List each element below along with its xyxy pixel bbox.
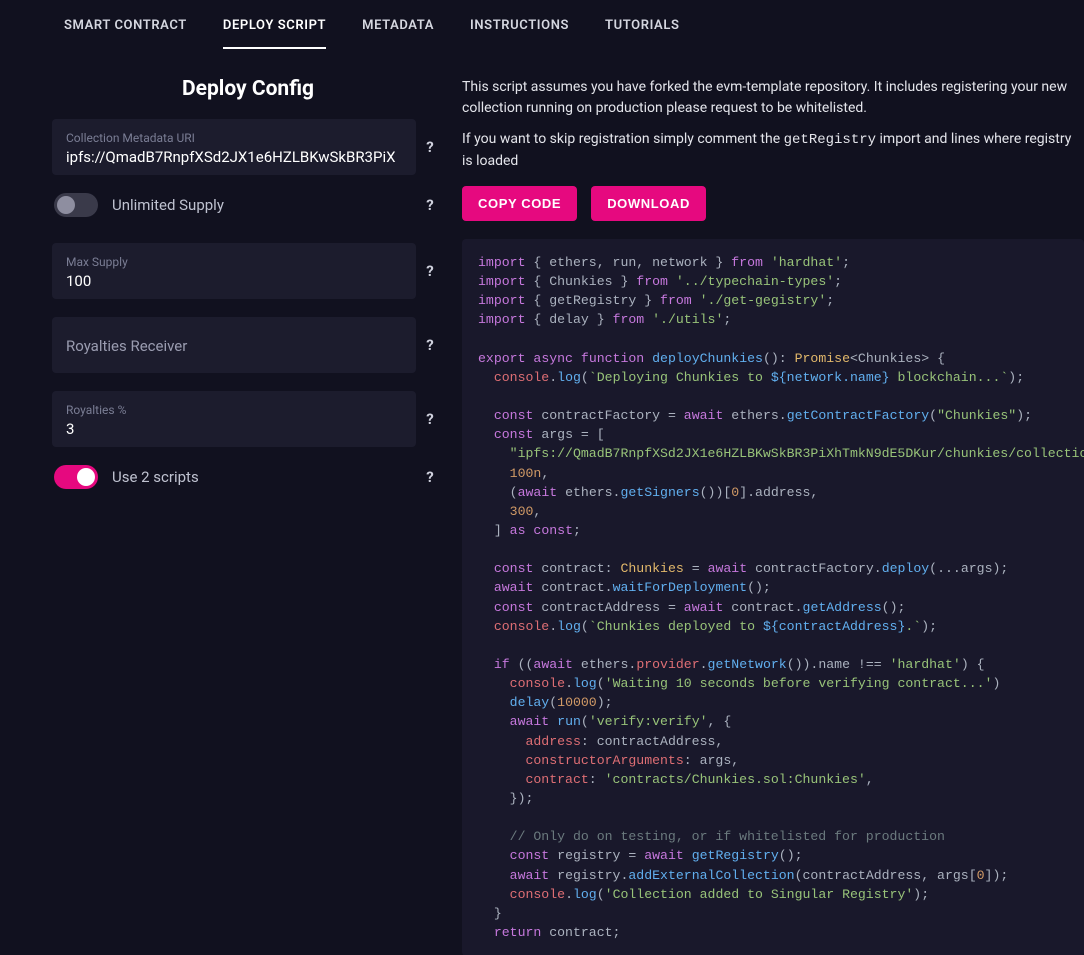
code-block: import { ethers, run, network } from 'ha… [462,239,1084,955]
help-icon[interactable]: ? [416,410,444,428]
help-icon[interactable]: ? [416,468,444,486]
panel-title: Deploy Config [52,77,444,101]
use-two-scripts-toggle[interactable] [54,465,98,489]
help-icon[interactable]: ? [416,196,444,214]
tab-smart-contract[interactable]: SMART CONTRACT [64,18,187,49]
description-text-2: If you want to skip registration simply … [462,129,1084,172]
help-icon[interactable]: ? [416,336,444,354]
royalties-receiver-field[interactable]: Royalties Receiver [52,317,416,373]
download-button[interactable]: DOWNLOAD [591,186,706,221]
toggle-label: Unlimited Supply [112,196,416,214]
max-supply-field[interactable]: Max Supply [52,243,416,299]
metadata-uri-input[interactable] [66,148,402,166]
tab-bar: SMART CONTRACT DEPLOY SCRIPT METADATA IN… [0,0,1084,49]
tab-tutorials[interactable]: TUTORIALS [605,18,679,49]
unlimited-supply-toggle[interactable] [54,193,98,217]
royalties-pct-field[interactable]: Royalties % [52,391,416,447]
help-icon[interactable]: ? [416,138,444,156]
tab-metadata[interactable]: METADATA [362,18,434,49]
copy-code-button[interactable]: COPY CODE [462,186,577,221]
script-panel: This script assumes you have forked the … [444,77,1084,955]
description-text: This script assumes you have forked the … [462,77,1084,119]
field-label: Royalties Receiver [66,337,402,355]
field-label: Royalties % [66,403,402,417]
metadata-uri-field[interactable]: Collection Metadata URI [52,119,416,175]
tab-deploy-script[interactable]: DEPLOY SCRIPT [223,18,326,49]
help-icon[interactable]: ? [416,262,444,280]
field-label: Max Supply [66,255,402,269]
royalties-pct-input[interactable] [66,420,402,438]
toggle-label: Use 2 scripts [112,468,416,486]
field-label: Collection Metadata URI [66,131,402,145]
max-supply-input[interactable] [66,272,402,290]
tab-instructions[interactable]: INSTRUCTIONS [470,18,569,49]
deploy-config-panel: Deploy Config Collection Metadata URI ? … [52,77,444,955]
